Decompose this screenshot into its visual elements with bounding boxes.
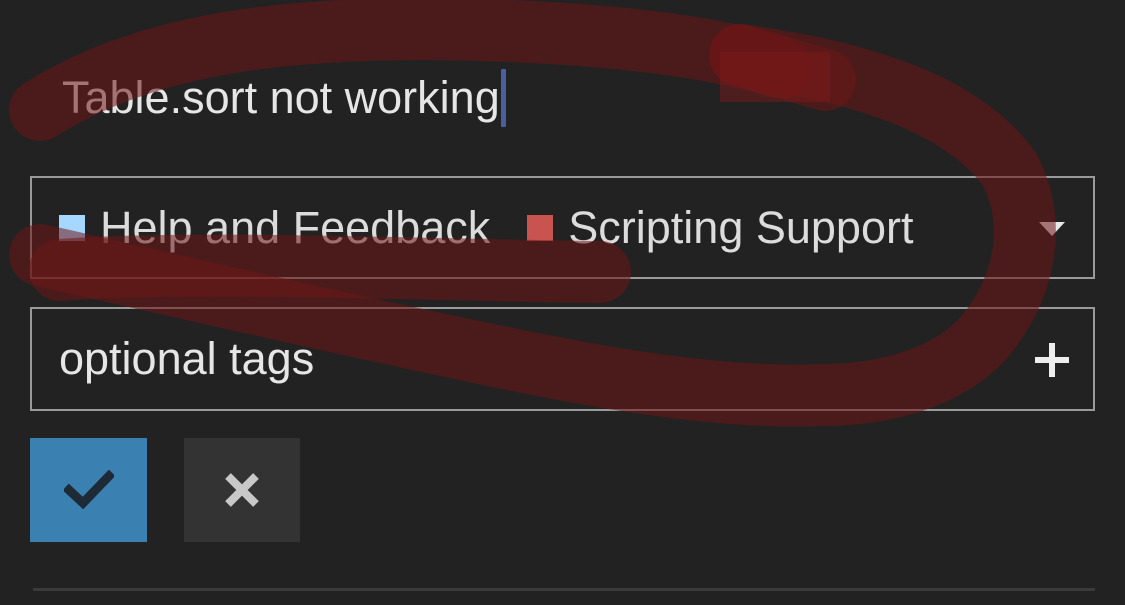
text-caret: [500, 69, 506, 127]
topic-title-field[interactable]: Table.sort not working: [62, 66, 506, 130]
category-label: Scripting Support: [568, 201, 914, 253]
tags-input[interactable]: optional tags: [59, 333, 1093, 385]
topic-title-input[interactable]: Table.sort not working: [62, 72, 500, 124]
confirm-button[interactable]: [30, 438, 147, 542]
caret-down-icon[interactable]: [1039, 222, 1065, 236]
category-dropdown[interactable]: Help and Feedback Scripting Support: [30, 176, 1095, 279]
plus-icon[interactable]: [1035, 343, 1069, 377]
category-color-swatch: [59, 214, 85, 241]
checkmark-icon: [63, 470, 114, 510]
category-chip-help-and-feedback: Help and Feedback: [59, 202, 490, 254]
category-color-swatch: [527, 214, 554, 241]
tags-field[interactable]: optional tags: [30, 307, 1095, 411]
cancel-button[interactable]: [184, 438, 300, 542]
category-chip-scripting-support: Scripting Support: [527, 202, 913, 254]
category-label: Help and Feedback: [100, 201, 491, 253]
divider: [33, 588, 1095, 591]
close-icon: [225, 473, 259, 507]
